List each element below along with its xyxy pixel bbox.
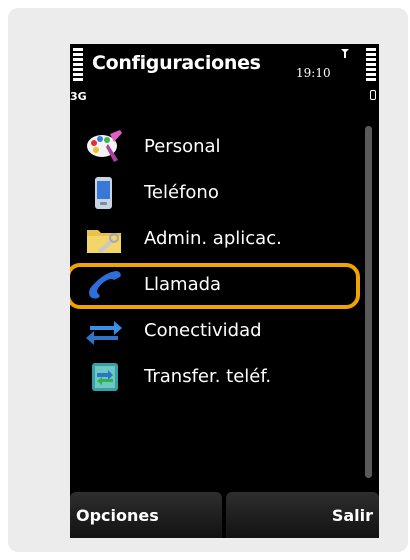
list-item-label: Conectividad: [144, 320, 262, 341]
softkey-bar: Opciones Salir: [70, 492, 379, 538]
scrollbar[interactable]: [365, 126, 372, 478]
battery-level-icon: [366, 48, 376, 83]
palette-icon: [84, 130, 124, 164]
list-item-label: Transfer. teléf.: [144, 366, 272, 387]
battery-icon: [370, 90, 376, 100]
settings-list: Personal Teléfono Admin. aplicac. Llamad…: [70, 126, 379, 402]
list-item-label: Teléfono: [144, 182, 219, 203]
page-card: Configuraciones 19:10 3G Personal Teléfo…: [8, 8, 408, 552]
list-item-admin-aplicaciones[interactable]: Admin. aplicac.: [70, 218, 370, 264]
exit-softkey[interactable]: Salir: [226, 492, 379, 538]
list-item-telefono[interactable]: Teléfono: [70, 172, 370, 218]
list-item-label: Llamada: [144, 274, 222, 295]
phone-screen: Configuraciones 19:10 3G Personal Teléfo…: [70, 44, 379, 538]
list-item-conectividad[interactable]: Conectividad: [70, 310, 370, 356]
phone-device-icon: [84, 176, 124, 210]
arrows-exchange-icon: [84, 314, 124, 348]
status-bar: Configuraciones 19:10 3G: [70, 44, 379, 112]
folder-tools-icon: [84, 222, 124, 256]
handset-icon: [84, 268, 124, 302]
clock: 19:10: [296, 66, 331, 80]
antenna-icon: [340, 48, 350, 61]
list-item-label: Personal: [144, 136, 221, 157]
network-indicator: 3G: [70, 90, 87, 103]
list-item-llamada[interactable]: Llamada: [70, 263, 370, 310]
list-item-personal[interactable]: Personal: [70, 126, 370, 172]
list-item-transfer-telefono[interactable]: Transfer. teléf.: [70, 356, 370, 402]
signal-strength-icon: [73, 48, 83, 83]
phone-transfer-icon: [84, 360, 124, 394]
list-item-label: Admin. aplicac.: [144, 228, 282, 249]
options-softkey[interactable]: Opciones: [70, 492, 222, 538]
scrollbar-thumb[interactable]: [365, 126, 372, 478]
page-title: Configuraciones: [92, 52, 261, 74]
